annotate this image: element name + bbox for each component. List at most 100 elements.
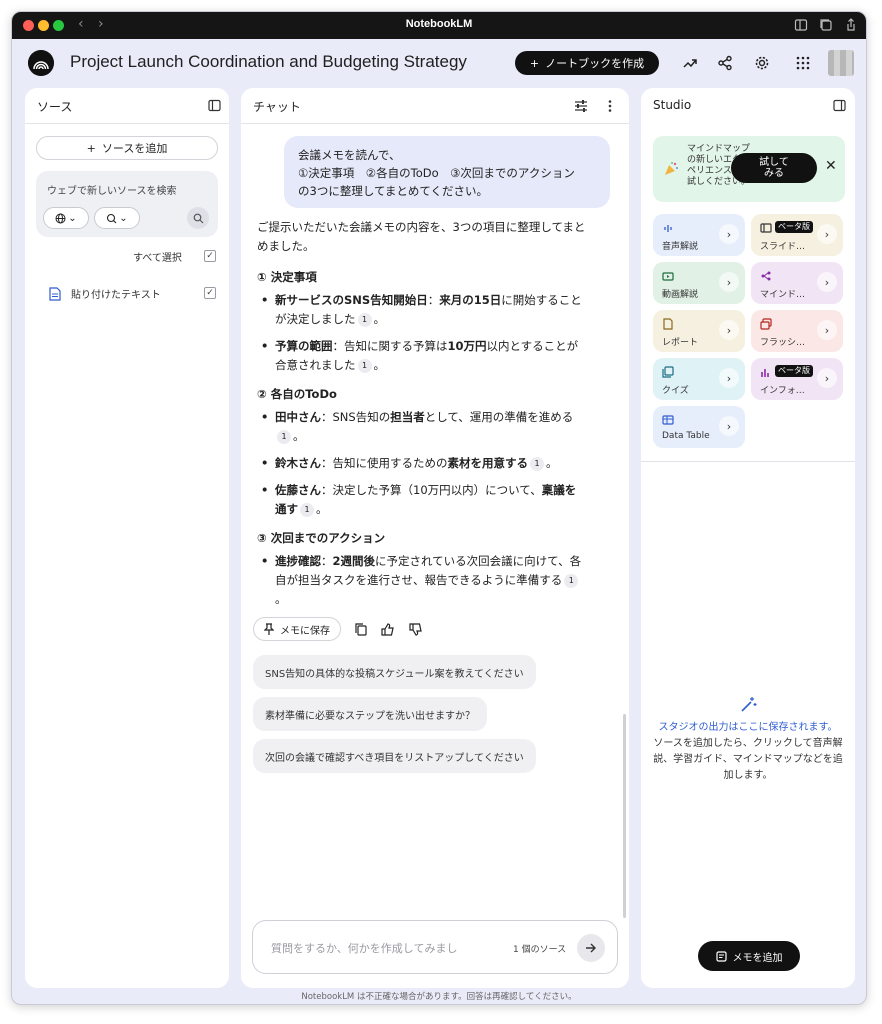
user-message-bubble: 会議メモを読んで、 ①決定事項 ②各自のToDo ③次回までのアクション の3つ…	[284, 136, 610, 208]
studio-header: Studio	[641, 88, 855, 124]
user-avatar[interactable]	[828, 50, 854, 76]
sidebar-icon[interactable]	[794, 18, 808, 32]
tile-flashcards[interactable]: フラッシ… ›	[751, 310, 843, 352]
tile-audio-overview[interactable]: 音声解説 ›	[653, 214, 745, 256]
try-it-button[interactable]: 試して みる	[731, 153, 817, 183]
user-message-line: 会議メモを読んで、	[298, 148, 401, 162]
chevron-right-icon[interactable]: ›	[817, 224, 837, 244]
answer-intro: ご提示いただいた会議メモの内容を、3つの項目に整理してまとめました。	[257, 220, 586, 253]
web-source-dropdown[interactable]: ⌄	[43, 207, 89, 229]
add-memo-label: メモを追加	[732, 952, 783, 964]
send-button[interactable]	[577, 934, 605, 962]
flashcards-icon	[760, 318, 772, 330]
collapse-panel-icon[interactable]	[833, 99, 846, 112]
note-icon	[715, 950, 727, 962]
citation-chip[interactable]: 1	[357, 312, 372, 327]
quiz-icon	[662, 366, 674, 378]
notebooklm-logo-icon[interactable]	[28, 50, 54, 76]
suggested-question-button[interactable]: 次回の会議で確認すべき項目をリストアップしてください	[253, 739, 536, 773]
close-icon[interactable]: ✕	[825, 158, 837, 174]
project-title[interactable]: Project Launch Coordination and Budgetin…	[70, 52, 467, 72]
save-to-note-label: メモに保存	[280, 625, 330, 637]
citation-chip[interactable]: 1	[357, 358, 372, 373]
copy-icon[interactable]	[355, 622, 367, 636]
tile-mind-map[interactable]: マインド… ›	[751, 262, 843, 304]
thumbs-up-icon[interactable]	[381, 622, 395, 636]
research-mode-dropdown[interactable]: ⌄	[94, 207, 140, 229]
answer-section-heading: ③ 次回までのアクション	[257, 531, 386, 545]
chevron-right-icon[interactable]: ›	[817, 368, 837, 388]
create-notebook-button[interactable]: + ノートブックを作成	[515, 51, 659, 75]
studio-divider	[641, 461, 855, 462]
source-count: 1 個のソース	[513, 945, 567, 955]
citation-chip[interactable]: 1	[277, 429, 291, 444]
tile-slides[interactable]: ベータ版 スライド… ›	[751, 214, 843, 256]
tile-quiz[interactable]: クイズ ›	[653, 358, 745, 400]
chat-panel: チャット 会議メモを読んで、 ①決定事項 ②各自のToDo ③次回までのアクショ…	[241, 88, 629, 988]
save-to-note-button[interactable]: メモに保存	[253, 617, 341, 641]
tile-video-overview[interactable]: 動画解説 ›	[653, 262, 745, 304]
app-window: ‹ › NotebookLM Project Launch Coordinati…	[11, 11, 867, 1005]
chevron-right-icon[interactable]: ›	[817, 272, 837, 292]
chevron-right-icon[interactable]: ›	[719, 272, 739, 292]
citation-chip[interactable]: 1	[300, 502, 314, 517]
source-item[interactable]: 貼り付けたテキスト	[49, 286, 161, 301]
arrow-right-icon	[586, 943, 596, 953]
chevron-down-icon: ⌄	[68, 212, 77, 224]
chevron-right-icon[interactable]: ›	[719, 320, 739, 340]
share-window-icon[interactable]	[844, 18, 858, 32]
user-message-line: ①決定事項 ②各自のToDo ③次回までのアクション	[298, 166, 575, 180]
thumbs-down-icon[interactable]	[409, 622, 423, 636]
research-sparkle-icon	[107, 213, 117, 223]
citation-chip[interactable]: 1	[564, 573, 579, 588]
tile-infographic[interactable]: ベータ版 インフォ… ›	[751, 358, 843, 400]
web-source-search: ウェブで新しいソースを検索 ⌄ ⌄	[36, 171, 218, 237]
search-submit-button[interactable]	[187, 207, 209, 229]
tile-data-table[interactable]: Data Table ›	[653, 406, 745, 448]
select-all-checkbox[interactable]: ✓	[204, 250, 216, 262]
mindmap-promo-banner: マインドマップの新しいエクスペリエンスをお試しください。 試して みる ✕	[653, 136, 845, 202]
tabs-icon[interactable]	[819, 18, 833, 32]
tile-report[interactable]: レポート ›	[653, 310, 745, 352]
chat-scrollbar[interactable]	[623, 714, 626, 918]
try-it-label: 試して みる	[759, 157, 789, 179]
studio-empty-title: スタジオの出力はここに保存されます。	[658, 722, 838, 733]
add-source-button[interactable]: + ソースを追加	[36, 136, 218, 160]
source-item-checkbox[interactable]: ✓	[204, 287, 216, 299]
collapse-panel-icon[interactable]	[208, 99, 221, 112]
citation-chip[interactable]: 1	[530, 456, 544, 471]
sources-header: ソース	[25, 88, 229, 124]
globe-icon	[55, 213, 66, 223]
apps-grid-icon[interactable]	[793, 53, 813, 73]
report-icon	[663, 318, 673, 330]
share-icon[interactable]	[715, 53, 735, 73]
tile-label: スライド…	[760, 242, 806, 252]
app-header: Project Launch Coordination and Budgetin…	[12, 39, 866, 89]
settings-gear-icon[interactable]	[752, 53, 772, 73]
chevron-right-icon[interactable]: ›	[719, 416, 739, 436]
select-all-label: すべて選択	[133, 253, 182, 264]
assistant-answer: ご提示いただいた会議メモの内容を、3つの項目に整理してまとめました。 ① 決定事…	[257, 218, 587, 619]
sources-title: ソース	[37, 100, 73, 114]
beta-badge: ベータ版	[775, 221, 813, 233]
studio-panel: Studio マインドマップの新しいエクスペリエンスをお試しください。 試して …	[641, 88, 855, 988]
suggested-question-button[interactable]: 素材準備に必要なステップを洗い出せますか？	[253, 697, 487, 731]
analytics-icon[interactable]	[680, 53, 700, 73]
chat-title: チャット	[253, 100, 301, 114]
chevron-down-icon: ⌄	[119, 212, 128, 224]
tile-label: 音声解説	[662, 242, 699, 252]
chevron-right-icon[interactable]: ›	[817, 320, 837, 340]
more-vert-icon[interactable]	[607, 99, 613, 113]
chevron-right-icon[interactable]: ›	[719, 224, 739, 244]
create-notebook-label: ノートブックを作成	[545, 57, 645, 70]
chat-input[interactable]: 質問をするか、何かを作成してみまし	[271, 940, 457, 956]
web-search-input[interactable]: ウェブで新しいソースを検索	[47, 182, 177, 197]
chevron-right-icon[interactable]: ›	[719, 368, 739, 388]
mind-map-icon	[761, 271, 771, 281]
party-popper-icon	[665, 162, 678, 175]
tune-sliders-icon[interactable]	[574, 99, 588, 113]
add-memo-button[interactable]: メモを追加	[698, 941, 800, 971]
search-icon	[193, 213, 203, 223]
answer-section-heading: ② 各自のToDo	[257, 387, 337, 401]
suggested-question-button[interactable]: SNS告知の具体的な投稿スケジュール案を教えてください	[253, 655, 536, 689]
